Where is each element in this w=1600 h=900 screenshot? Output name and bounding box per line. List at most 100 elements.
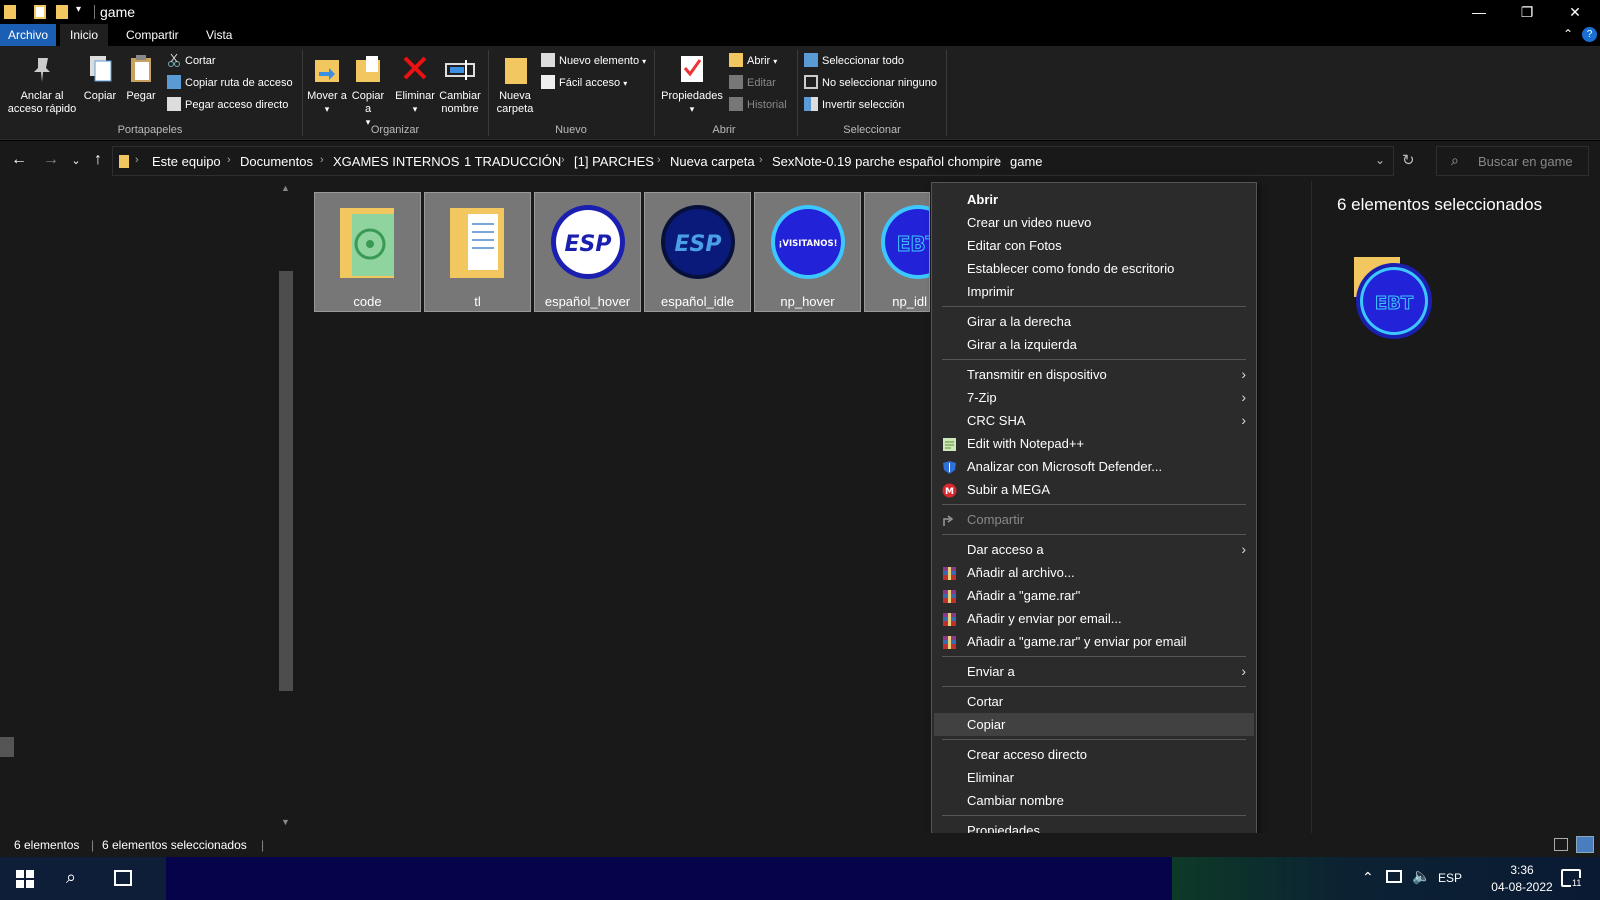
breadcrumb-nueva-carpeta[interactable]: Nueva carpeta xyxy=(670,154,755,169)
breadcrumb-sexnote[interactable]: SexNote-0.19 parche español chompire xyxy=(772,154,1001,169)
volume-icon[interactable]: 🔈 xyxy=(1412,867,1431,885)
menu-item-analizar-con-microsoft-defender[interactable]: Analizar con Microsoft Defender... xyxy=(934,455,1254,478)
menu-item-transmitir-en-dispositivo[interactable]: Transmitir en dispositivo › xyxy=(934,363,1254,386)
copy-path-button[interactable]: Copiar ruta de acceso xyxy=(167,74,293,92)
file-tile-espanol-idle[interactable]: ESP español_idle xyxy=(644,192,751,312)
breadcrumb-chevron-icon[interactable]: › xyxy=(451,154,455,166)
menu-item-dar-acceso-a[interactable]: Dar acceso a › xyxy=(934,538,1254,561)
menu-item-girar-a-la-derecha[interactable]: Girar a la derecha xyxy=(934,310,1254,333)
language-indicator[interactable]: ESP xyxy=(1438,871,1462,885)
menu-item-7-zip[interactable]: 7-Zip › xyxy=(934,386,1254,409)
breadcrumb-chevron-icon[interactable]: › xyxy=(227,154,231,166)
navigation-pane[interactable]: ▲ ▼ xyxy=(0,181,296,833)
paste-button[interactable]: Pegar xyxy=(121,52,161,103)
menu-item-establecer-como-fondo-de-escritorio[interactable]: Establecer como fondo de escritorio xyxy=(934,257,1254,280)
network-icon[interactable] xyxy=(1386,870,1402,883)
copy-button[interactable]: Copiar xyxy=(80,52,120,103)
scroll-down-icon[interactable]: ▼ xyxy=(281,817,290,827)
paste-shortcut-button[interactable]: Pegar acceso directo xyxy=(167,96,288,114)
breadcrumb-xgames[interactable]: XGAMES INTERNOS xyxy=(333,154,459,169)
breadcrumb-documentos[interactable]: Documentos xyxy=(240,154,313,169)
select-all-button[interactable]: Seleccionar todo xyxy=(804,52,904,70)
file-tile-tl[interactable]: tl xyxy=(424,192,531,312)
tab-inicio[interactable]: Inicio xyxy=(60,24,109,46)
breadcrumb-chevron-icon[interactable]: › xyxy=(320,154,324,166)
menu-item-crear-acceso-directo[interactable]: Crear acceso directo xyxy=(934,743,1254,766)
search-icon[interactable]: ⌕ xyxy=(66,867,76,888)
pin-quick-access-button[interactable]: Anclar al acceso rápido xyxy=(5,52,79,116)
up-arrow-icon[interactable]: ↑ xyxy=(88,151,108,169)
menu-item-crear-un-video-nuevo[interactable]: Crear un video nuevo xyxy=(934,211,1254,234)
recent-locations-icon[interactable]: ⌄ xyxy=(66,154,86,167)
new-folder-quick-icon[interactable] xyxy=(56,5,68,19)
breadcrumb-chevron-icon[interactable]: › xyxy=(759,154,763,166)
copy-to-button[interactable]: Copiar a ▾ xyxy=(348,52,388,129)
menu-item-anadir-al-archivo[interactable]: Añadir al archivo... xyxy=(934,561,1254,584)
new-item-button[interactable]: Nuevo elemento ▾ xyxy=(541,52,646,70)
cut-button[interactable]: Cortar xyxy=(167,52,216,70)
breadcrumb-chevron-icon[interactable]: › xyxy=(657,154,661,166)
collapse-ribbon-icon[interactable]: ⌃ xyxy=(1563,27,1573,41)
tab-archivo[interactable]: Archivo xyxy=(0,24,56,46)
properties-quick-icon[interactable] xyxy=(34,5,46,19)
delete-button[interactable]: Eliminar ▾ xyxy=(393,52,437,116)
file-tile-np-hover[interactable]: ¡VISITANOS! np_hover xyxy=(754,192,861,312)
menu-item-editar-con-fotos[interactable]: Editar con Fotos xyxy=(934,234,1254,257)
clock-time[interactable]: 3:36 xyxy=(1492,863,1552,877)
menu-item-edit-with-notepad[interactable]: Edit with Notepad++ xyxy=(934,432,1254,455)
menu-item-imprimir[interactable]: Imprimir xyxy=(934,280,1254,303)
details-view-icon[interactable] xyxy=(1554,838,1568,851)
nav-pane-handle[interactable] xyxy=(0,737,14,757)
menu-item-cambiar-nombre[interactable]: Cambiar nombre xyxy=(934,789,1254,812)
forward-arrow-icon[interactable]: → xyxy=(41,151,61,169)
back-arrow-icon[interactable]: ← xyxy=(9,151,29,169)
tab-vista[interactable]: Vista xyxy=(196,24,242,46)
large-icons-view-icon[interactable] xyxy=(1576,836,1594,853)
invert-selection-button[interactable]: Invertir selección xyxy=(804,96,905,114)
file-tile-espanol-hover[interactable]: ESP español_hover xyxy=(534,192,641,312)
windows-start-icon[interactable] xyxy=(16,870,34,888)
file-tile-np-idle[interactable]: EBT np_idl xyxy=(864,192,930,312)
menu-item-anadir-a-game-rar[interactable]: Añadir a "game.rar" xyxy=(934,584,1254,607)
open-button[interactable]: Abrir ▾ xyxy=(729,52,777,70)
menu-item-eliminar[interactable]: Eliminar xyxy=(934,766,1254,789)
move-to-button[interactable]: Mover a ▾ xyxy=(307,52,347,116)
task-view-icon[interactable] xyxy=(114,870,132,886)
breadcrumb-chevron-icon[interactable]: › xyxy=(135,154,139,166)
menu-item-anadir-y-enviar-por-email[interactable]: Añadir y enviar por email... xyxy=(934,607,1254,630)
menu-item-compartir[interactable]: Compartir xyxy=(934,508,1254,531)
nav-scrollbar-thumb[interactable] xyxy=(279,271,293,691)
clock-date[interactable]: 04-08-2022 xyxy=(1474,880,1570,894)
breadcrumb-game[interactable]: game xyxy=(1010,154,1043,169)
breadcrumb-parches[interactable]: [1] PARCHES xyxy=(574,154,654,169)
notification-center-icon[interactable]: 11 xyxy=(1561,869,1583,888)
breadcrumb-chevron-icon[interactable]: › xyxy=(561,154,565,166)
tab-compartir[interactable]: Compartir xyxy=(116,24,189,46)
refresh-icon[interactable]: ↻ xyxy=(1402,151,1415,169)
breadcrumb-chevron-icon[interactable]: › xyxy=(995,154,999,166)
address-bar[interactable]: › Este equipo › Documentos › XGAMES INTE… xyxy=(112,146,1394,176)
menu-item-copiar[interactable]: Copiar xyxy=(934,713,1254,736)
menu-item-anadir-a-game-rar-y-enviar-por-email[interactable]: Añadir a "game.rar" y enviar por email xyxy=(934,630,1254,653)
customize-quick-access-icon[interactable]: ▾ xyxy=(76,4,81,15)
menu-item-girar-a-la-izquierda[interactable]: Girar a la izquierda xyxy=(934,333,1254,356)
menu-item-cortar[interactable]: Cortar xyxy=(934,690,1254,713)
properties-button[interactable]: Propiedades ▾ xyxy=(659,52,725,116)
search-box[interactable]: ⌕ Buscar en game xyxy=(1436,146,1589,176)
menu-item-crc-sha[interactable]: CRC SHA › xyxy=(934,409,1254,432)
menu-item-enviar-a[interactable]: Enviar a › xyxy=(934,660,1254,683)
menu-item-abrir[interactable]: Abrir xyxy=(934,188,1254,211)
close-button[interactable]: ✕ xyxy=(1552,0,1598,24)
easy-access-button[interactable]: Fácil acceso ▾ xyxy=(541,74,627,92)
breadcrumb-traduccion[interactable]: 1 TRADUCCIÓN xyxy=(464,154,561,169)
show-hidden-icons-icon[interactable]: ⌃ xyxy=(1362,869,1374,886)
select-none-button[interactable]: No seleccionar ninguno xyxy=(804,74,937,92)
new-folder-button[interactable]: Nueva carpeta xyxy=(493,52,537,116)
history-button[interactable]: Historial xyxy=(729,96,787,114)
minimize-button[interactable]: — xyxy=(1456,0,1502,24)
scroll-up-icon[interactable]: ▲ xyxy=(281,183,290,193)
edit-button[interactable]: Editar xyxy=(729,74,776,92)
file-tile-code[interactable]: code xyxy=(314,192,421,312)
menu-item-subir-a-mega[interactable]: M Subir a MEGA xyxy=(934,478,1254,501)
rename-button[interactable]: Cambiar nombre xyxy=(437,52,483,116)
